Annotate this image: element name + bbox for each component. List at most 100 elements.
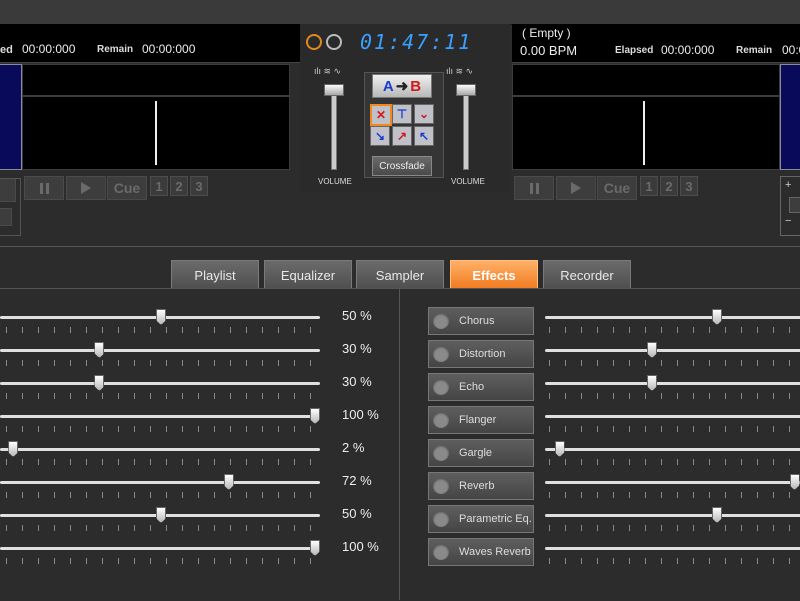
effect-led-icon — [433, 313, 449, 329]
param-slider-track[interactable] — [0, 415, 320, 418]
param-percent-label: 72 % — [342, 473, 372, 488]
right-pitch-plus-button[interactable]: + — [785, 179, 800, 193]
effect-toggle-flanger[interactable]: Flanger — [428, 406, 534, 434]
effect-label: Waves Reverb — [459, 546, 531, 558]
effect-label: Gargle — [459, 447, 493, 459]
effect-led-icon — [433, 346, 449, 362]
effect-slider-ticks — [549, 525, 800, 531]
right-eq-icon[interactable]: ılı ≋ ∿ — [446, 66, 473, 77]
effect-slider-track[interactable] — [545, 316, 800, 319]
effect-slider-track[interactable] — [545, 415, 800, 418]
param-slider-ticks — [6, 327, 314, 333]
effect-toggle-reverb[interactable]: Reverb — [428, 472, 534, 500]
right-pitch-panel: + − — [780, 176, 800, 236]
right-hotcue-2[interactable]: 2 — [660, 176, 678, 196]
right-elapsed-time: 00:00:000 — [661, 43, 715, 57]
param-slider-track[interactable] — [0, 382, 320, 385]
crossfade-button[interactable]: Crossfade — [372, 156, 432, 176]
crossfade-curve-3-icon[interactable]: ⌄ — [414, 104, 434, 124]
right-hotcue-3[interactable]: 3 — [680, 176, 698, 196]
left-waveform[interactable] — [22, 96, 290, 170]
tab-equalizer[interactable]: Equalizer — [264, 260, 352, 289]
right-volume-track[interactable] — [463, 84, 469, 170]
play-icon — [571, 182, 581, 194]
param-slider-ticks — [6, 459, 314, 465]
left-hotcue-1[interactable]: 1 — [150, 176, 168, 196]
tab-playlist[interactable]: Playlist — [171, 260, 259, 289]
left-side-panel — [0, 178, 21, 236]
left-hotcue-3[interactable]: 3 — [190, 176, 208, 196]
clock-panel: 01:47:11 — [300, 24, 510, 62]
effect-slider-track[interactable] — [545, 448, 800, 451]
effects-panel — [0, 288, 800, 601]
crossfade-curve-1-icon[interactable]: ✕ — [370, 104, 392, 126]
param-slider-track[interactable] — [0, 349, 320, 352]
left-play-button[interactable] — [66, 176, 106, 200]
right-pause-button[interactable] — [514, 176, 554, 200]
tab-effects[interactable]: Effects — [450, 260, 538, 289]
param-slider-ticks — [6, 558, 314, 564]
effect-label: Chorus — [459, 315, 495, 327]
right-cue-button[interactable]: Cue — [597, 176, 637, 200]
right-play-button[interactable] — [556, 176, 596, 200]
effect-slider-ticks — [549, 459, 800, 465]
param-percent-label: 100 % — [342, 407, 379, 422]
right-track-title: ( Empty ) — [522, 26, 571, 40]
effect-led-icon — [433, 478, 449, 494]
crossfade-curve-5-icon[interactable]: ↗ — [392, 126, 412, 146]
ab-a-label: A — [382, 77, 394, 95]
effect-slider-track[interactable] — [545, 349, 800, 352]
left-waveform-overview[interactable] — [22, 64, 290, 96]
effect-led-icon — [433, 379, 449, 395]
param-percent-label: 50 % — [342, 308, 372, 323]
effect-slider-ticks — [549, 393, 800, 399]
effect-slider-ticks — [549, 426, 800, 432]
right-volume-knob[interactable] — [456, 84, 476, 96]
param-slider-ticks — [6, 525, 314, 531]
effect-slider-track[interactable] — [545, 547, 800, 550]
left-elapsed-time: 00:00:000 — [22, 42, 76, 56]
effect-slider-track[interactable] — [545, 382, 800, 385]
effect-toggle-chorus[interactable]: Chorus — [428, 307, 534, 335]
effect-label: Flanger — [459, 414, 497, 426]
effect-toggle-waves-reverb[interactable]: Waves Reverb — [428, 538, 534, 566]
left-volume-track[interactable] — [331, 84, 337, 170]
tab-recorder[interactable]: Recorder — [543, 260, 631, 289]
right-elapsed-label: Elapsed — [615, 45, 654, 56]
right-pitch-minus-button[interactable]: − — [785, 215, 800, 229]
param-slider-ticks — [6, 492, 314, 498]
crossfade-curve-2-icon[interactable]: ⊤ — [392, 104, 412, 124]
pause-icon — [39, 182, 49, 194]
effect-toggle-distortion[interactable]: Distortion — [428, 340, 534, 368]
crossfade-curve-4-icon[interactable]: ↘ — [370, 126, 390, 146]
right-waveform[interactable] — [512, 96, 780, 170]
stopwatch-icon[interactable] — [326, 34, 342, 50]
right-pitch-reset-button[interactable] — [789, 197, 800, 213]
left-volume-knob[interactable] — [324, 84, 344, 96]
arrow-right-icon: ➜ — [395, 78, 409, 95]
param-slider-track[interactable] — [0, 547, 320, 550]
effect-toggle-parametric-eq[interactable]: Parametric Eq. — [428, 505, 534, 533]
effect-slider-track[interactable] — [545, 481, 800, 484]
effect-slider-ticks — [549, 558, 800, 564]
left-hotcue-2[interactable]: 2 — [170, 176, 188, 196]
right-hotcue-1[interactable]: 1 — [640, 176, 658, 196]
left-eq-icon[interactable]: ılı ≋ ∿ — [314, 66, 341, 77]
left-cue-button[interactable]: Cue — [107, 176, 147, 200]
left-remain-label: Remain — [97, 44, 134, 55]
tab-sampler[interactable]: Sampler — [356, 260, 444, 289]
effect-toggle-echo[interactable]: Echo — [428, 373, 534, 401]
param-slider-track[interactable] — [0, 481, 320, 484]
effect-toggle-gargle[interactable]: Gargle — [428, 439, 534, 467]
effects-divider — [399, 289, 400, 600]
title-bar — [0, 0, 800, 25]
alarm-icon[interactable] — [306, 34, 322, 50]
left-playhead — [155, 101, 157, 165]
effect-label: Parametric Eq. — [459, 513, 532, 525]
crossfade-curve-6-icon[interactable]: ↖ — [414, 126, 434, 146]
right-waveform-overview[interactable] — [512, 64, 780, 96]
ab-switch-button[interactable]: A ➜ B — [372, 74, 432, 98]
left-pause-button[interactable] — [24, 176, 64, 200]
param-slider-track[interactable] — [0, 448, 320, 451]
effect-slider-track[interactable] — [545, 514, 800, 517]
